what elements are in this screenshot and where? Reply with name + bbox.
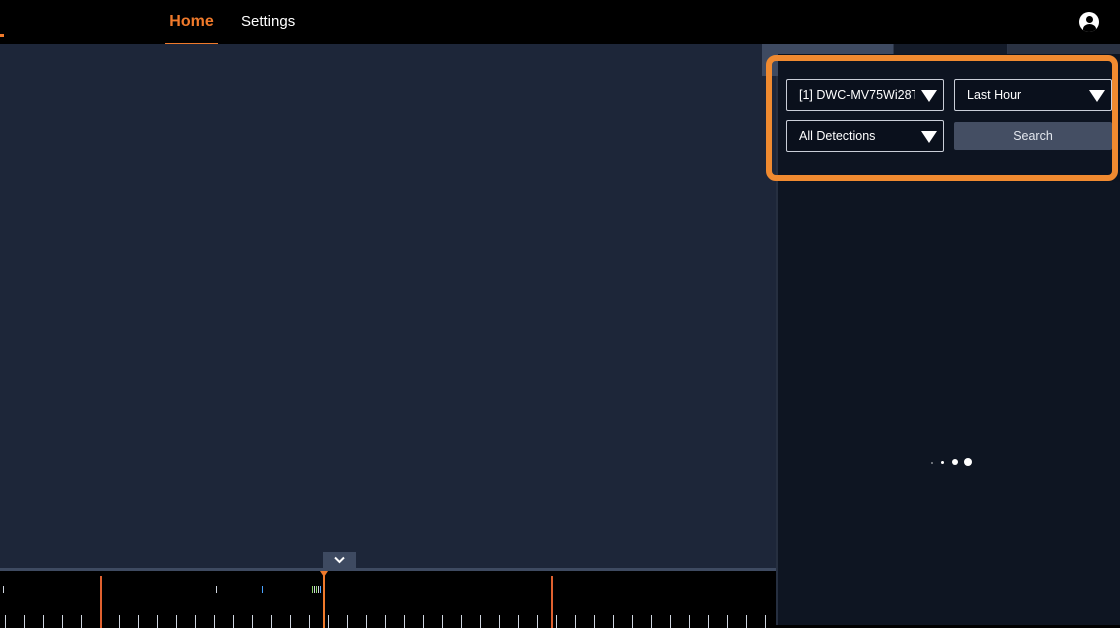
timeline-tick: [594, 615, 595, 628]
timeline-event-marker[interactable]: [262, 586, 263, 593]
timeline-tick: [480, 615, 481, 628]
timeline-tick: [81, 615, 82, 628]
timeline-tick: [157, 615, 158, 628]
timeline-tick: [366, 615, 367, 628]
timeline-tick: [271, 615, 272, 628]
timeline-tick: [746, 615, 747, 628]
playback-timeline[interactable]: [0, 568, 776, 628]
timeline-tick: [43, 615, 44, 628]
dropdown-arrow-icon: [1089, 90, 1105, 102]
time-range-select[interactable]: Last Hour: [954, 79, 1112, 111]
timeline-tick: [252, 615, 253, 628]
camera-select[interactable]: [1] DWC-MV75Wi28TW: [786, 79, 944, 111]
timeline-tick: [518, 615, 519, 628]
search-filter-panel: [778, 54, 1120, 182]
timeline-event-marker[interactable]: [318, 586, 319, 593]
playhead-handle[interactable]: [320, 571, 328, 577]
timeline-event-marker[interactable]: [320, 586, 321, 593]
timeline-tick: [537, 615, 538, 628]
timeline-event-marker[interactable]: [312, 586, 313, 593]
timeline-tick: [404, 615, 405, 628]
timeline-tick: [119, 615, 120, 628]
timeline-hour-marker: [100, 576, 102, 628]
timeline-playhead[interactable]: [323, 571, 325, 628]
tab-home[interactable]: Home: [165, 0, 218, 46]
collapse-timeline-button[interactable]: [323, 552, 356, 569]
timeline-event-marker[interactable]: [216, 586, 217, 593]
timeline-tick: [423, 615, 424, 628]
timeline-tick: [708, 615, 709, 628]
timeline-tick: [689, 615, 690, 628]
timeline-tick: [176, 615, 177, 628]
timeline-tick: [556, 615, 557, 628]
timeline-tick: [24, 615, 25, 628]
timeline-tick: [670, 615, 671, 628]
timeline-tick: [309, 615, 310, 628]
timeline-tick: [328, 615, 329, 628]
logo-fragment: [0, 34, 4, 37]
timeline-tick: [195, 615, 196, 628]
loading-dots-icon: [928, 456, 978, 470]
dropdown-arrow-icon: [921, 90, 937, 102]
timeline-tick: [461, 615, 462, 628]
chevron-down-icon: [334, 556, 345, 564]
timeline-tick: [651, 615, 652, 628]
timeline-tick: [214, 615, 215, 628]
time-range-value: Last Hour: [967, 88, 1022, 102]
timeline-tick: [575, 615, 576, 628]
user-circle-icon[interactable]: [1079, 12, 1099, 32]
timeline-event-marker[interactable]: [316, 586, 317, 593]
timeline-tick: [727, 615, 728, 628]
timeline-tick: [233, 615, 234, 628]
search-button[interactable]: Search: [954, 122, 1112, 150]
timeline-tick: [765, 615, 766, 628]
dropdown-arrow-icon: [921, 131, 937, 143]
top-navigation-bar: Home Settings: [0, 0, 1120, 46]
timeline-tick: [442, 615, 443, 628]
timeline-tick: [138, 615, 139, 628]
timeline-tick: [62, 615, 63, 628]
timeline-tick: [613, 615, 614, 628]
timeline-tick: [632, 615, 633, 628]
timeline-tick: [385, 615, 386, 628]
timeline-tick: [290, 615, 291, 628]
timeline-tick: [347, 615, 348, 628]
timeline-tick: [499, 615, 500, 628]
detection-type-select[interactable]: All Detections: [786, 120, 944, 152]
timeline-hour-marker: [551, 576, 553, 628]
camera-select-value: [1] DWC-MV75Wi28TW: [799, 88, 915, 102]
video-viewport[interactable]: [0, 44, 776, 568]
timeline-event-marker[interactable]: [314, 586, 315, 593]
timeline-tick: [5, 615, 6, 628]
timeline-event-marker[interactable]: [3, 586, 4, 593]
detection-type-value: All Detections: [799, 129, 876, 143]
tab-settings[interactable]: Settings: [241, 0, 295, 46]
